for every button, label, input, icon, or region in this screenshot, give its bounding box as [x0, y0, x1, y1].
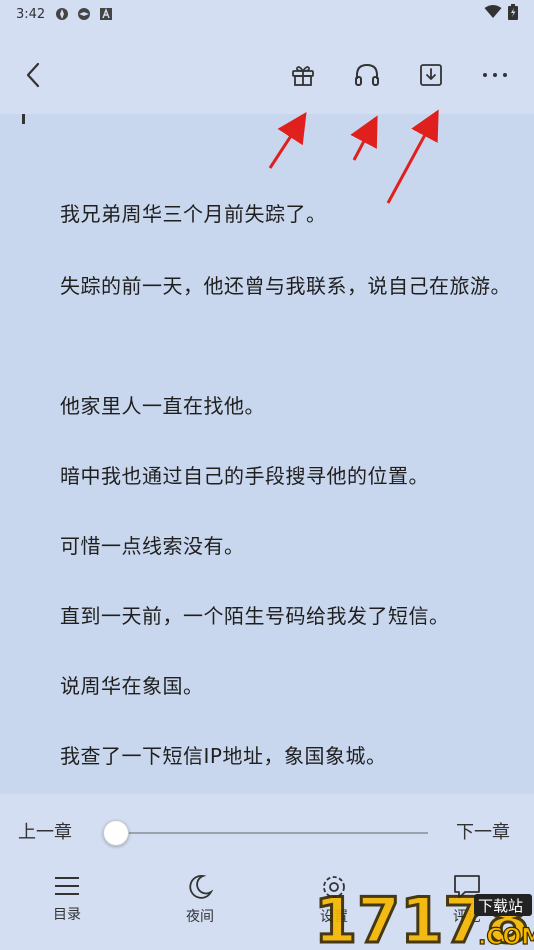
back-arrow-icon — [26, 62, 40, 88]
list-icon — [55, 877, 79, 895]
paragraph: 暗中我也通过自己的手段搜寻他的位置。 — [60, 464, 429, 488]
audio-button[interactable] — [352, 60, 382, 90]
moon-icon — [189, 875, 213, 899]
status-time: 3:42 — [16, 6, 46, 22]
reader-bottom-bar: 上一章 下一章 目录 夜间 设置 评论 — [0, 794, 534, 950]
nav-label: 目录 — [53, 907, 81, 923]
wifi-icon — [484, 5, 502, 23]
text-cursor — [22, 114, 25, 124]
text-a-icon — [99, 7, 113, 21]
paragraph: 他家里人一直在找他。 — [60, 394, 265, 418]
nav-comments[interactable]: 评论 — [427, 874, 507, 944]
status-bar: 3:42 — [0, 0, 534, 28]
reader-toolbar — [0, 28, 534, 114]
app-notification-icon — [55, 7, 69, 21]
paragraph: 说周华在象国。 — [60, 674, 204, 698]
more-button[interactable] — [480, 60, 510, 90]
next-chapter-button[interactable]: 下一章 — [456, 818, 510, 844]
settings-icon — [323, 876, 345, 898]
nav-label: 夜间 — [186, 909, 214, 925]
paragraph: 可惜一点线索没有。 — [60, 534, 245, 558]
reading-content[interactable]: 我兄弟周华三个月前失踪了。 失踪的前一天，他还曾与我联系，说自己在旅游。 他家里… — [0, 114, 534, 794]
nav-night-mode[interactable]: 夜间 — [160, 874, 240, 944]
app-notification-icon — [77, 7, 91, 21]
paragraph: 直到一天前，一个陌生号码给我发了短信。 — [60, 604, 450, 628]
paragraph: 我查了一下短信IP地址，象国象城。 — [60, 744, 387, 768]
download-button[interactable] — [416, 60, 446, 90]
gift-icon — [292, 66, 314, 86]
download-icon — [420, 64, 442, 86]
slider-thumb[interactable] — [103, 820, 129, 846]
gift-button[interactable] — [288, 60, 318, 90]
more-dots-icon — [483, 73, 507, 77]
battery-icon — [508, 4, 518, 24]
headphones-icon — [355, 63, 379, 86]
nav-catalog[interactable]: 目录 — [27, 874, 107, 944]
nav-label: 设置 — [320, 909, 348, 925]
back-button[interactable] — [18, 60, 48, 90]
nav-label: 评论 — [453, 909, 481, 925]
paragraph: 我兄弟周华三个月前失踪了。 — [60, 202, 327, 226]
prev-chapter-button[interactable]: 上一章 — [18, 818, 72, 844]
nav-settings[interactable]: 设置 — [294, 874, 374, 944]
paragraph: 失踪的前一天，他还曾与我联系，说自己在旅游。 — [60, 274, 511, 298]
comment-icon — [454, 875, 480, 899]
chapter-progress-slider[interactable] — [114, 832, 428, 834]
